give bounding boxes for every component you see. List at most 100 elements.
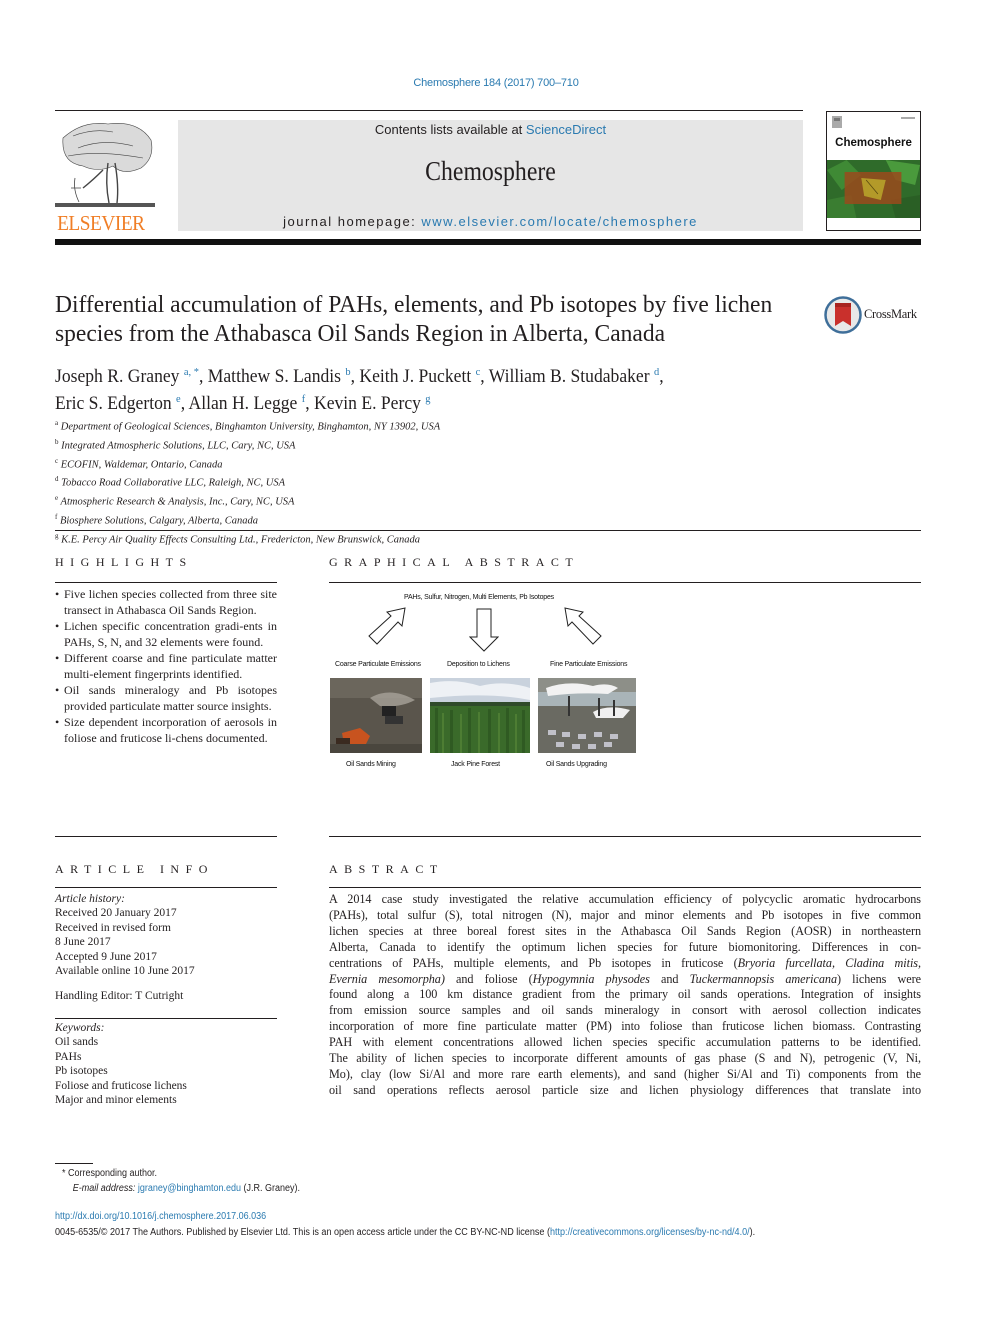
abstract-text: Mo), clay (low Si/Al and more rare earth… — [329, 1066, 921, 1081]
abstract-text: and — [649, 971, 690, 986]
article-history: Article history: Received 20 January 201… — [55, 892, 277, 1004]
license-link[interactable]: http://creativecommons.org/licenses/by-n… — [550, 1227, 750, 1238]
ga-label-coarse: Coarse Particulate Emissions — [335, 661, 421, 668]
affiliation-text: Atmospheric Research & Analysis, Inc., C… — [58, 496, 295, 508]
elsevier-logo[interactable]: ELSEVIER — [53, 118, 157, 235]
email-label: E-mail address: — [72, 1183, 138, 1194]
journal-homepage-link[interactable]: www.elsevier.com/locate/chemosphere — [421, 214, 698, 229]
abstract-line: Evernia mesomorpha) and foliose (Hypogym… — [329, 972, 921, 988]
author-separator: , — [198, 367, 208, 388]
author-affiliation-marker[interactable]: g — [425, 393, 430, 405]
affiliation-text: Biosphere Solutions, Calgary, Alberta, C… — [57, 515, 259, 527]
author-list: Joseph R. Graney a, *, Matthew S. Landis… — [55, 361, 777, 415]
affiliation-item: d Tobacco Road Collaborative LLC, Raleig… — [55, 472, 755, 491]
author-name[interactable]: Joseph R. Graney — [55, 367, 184, 387]
abstract-text: (PAHs), total sulfur (S), total nitrogen… — [329, 907, 921, 922]
footnote: * Corresponding author. E-mail address: … — [62, 1166, 300, 1196]
journal-name: Chemosphere — [425, 156, 556, 186]
affiliations-rule — [55, 530, 921, 531]
abstract-text: The ability of lichen species to incorpo… — [329, 1051, 921, 1066]
corresponding-author-note: * Corresponding author. — [62, 1168, 158, 1179]
abstract-text: oil sand operations reflects aerosol par… — [329, 1082, 921, 1097]
article-info-heading: ARTICLE INFO — [55, 862, 214, 876]
highlights-rule — [55, 582, 277, 583]
species-name: Tuckermannopsis americana — [689, 971, 838, 986]
author-name[interactable]: Matthew S. Landis — [208, 367, 346, 387]
affiliation-item: f Biosphere Solutions, Calgary, Alberta,… — [55, 510, 755, 529]
article-info-rule — [55, 887, 277, 888]
contents-prefix: Contents lists available at — [374, 122, 526, 137]
keywords-block: Keywords: Oil sands PAHs Pb isotopes Fol… — [55, 1021, 277, 1107]
affiliation-item: e Atmospheric Research & Analysis, Inc.,… — [55, 491, 755, 510]
highlights-list: Five lichen species collected from three… — [55, 586, 277, 746]
keyword-item: PAHs — [55, 1050, 82, 1063]
keywords-rule — [55, 1018, 277, 1019]
highlights-bottom-rule — [55, 836, 277, 837]
affiliation-item: g K.E. Percy Air Quality Effects Consult… — [55, 529, 755, 548]
highlight-item: Lichen specific concentration gradi-ents… — [55, 618, 277, 650]
up-right-arrow-icon — [368, 607, 406, 645]
email-suffix: (J.R. Graney). — [241, 1183, 301, 1194]
abstract-rule — [329, 887, 921, 888]
sciencedirect-link[interactable]: ScienceDirect — [526, 122, 606, 137]
highlight-item: Five lichen species collected from three… — [55, 586, 277, 618]
abstract-line: (PAHs), total sulfur (S), total nitrogen… — [329, 908, 921, 924]
affiliation-text: Tobacco Road Collaborative LLC, Raleigh,… — [58, 477, 286, 489]
homepage-prefix: journal homepage: — [283, 214, 422, 229]
history-line: Accepted 9 June 2017 — [55, 950, 157, 963]
cover-issue-marker — [901, 117, 915, 119]
abstract-text: found along a 100 km distance gradient f… — [329, 987, 921, 1002]
abstract-text: Alberta, Canada to identify the optimum … — [329, 939, 921, 954]
contents-line: Contents lists available at ScienceDirec… — [178, 122, 803, 137]
crossmark-button[interactable]: CrossMark — [824, 295, 924, 335]
down-arrow-icon — [469, 608, 499, 652]
crossmark-label: CrossMark — [864, 307, 917, 321]
abstract-text: A 2014 case study investigated the relat… — [329, 892, 921, 906]
abstract-line: found along a 100 km distance gradient f… — [329, 987, 921, 1003]
journal-cover-thumbnail[interactable]: Chemosphere — [826, 111, 921, 231]
abstract-line: Mo), clay (low Si/Al and more rare earth… — [329, 1067, 921, 1083]
ga-photo-label-forest: Jack Pine Forest — [451, 761, 500, 768]
graphical-abstract-rule — [329, 582, 921, 583]
abstract-line: incorporation of more fine particulate m… — [329, 1019, 921, 1035]
species-name: Hypogymnia physodes — [532, 971, 650, 986]
author-email-link[interactable]: jgraney@binghamton.edu — [138, 1183, 241, 1194]
keyword-item: Oil sands — [55, 1036, 99, 1049]
affiliation-item: c ECOFIN, Waldemar, Ontario, Canada — [55, 454, 755, 473]
up-left-arrow-icon — [564, 607, 602, 645]
history-line: 8 June 2017 — [55, 936, 111, 949]
affiliation-text: K.E. Percy Air Quality Effects Consultin… — [58, 534, 421, 546]
abstract-text: incorporation of more fine particulate m… — [329, 1019, 921, 1034]
species-name: Bryoria furcellata, Cladina mitis, — [737, 955, 921, 970]
ga-top-label: PAHs, Sulfur, Nitrogen, Multi Elements, … — [404, 594, 554, 601]
author-name[interactable]: Kevin E. Percy — [314, 394, 425, 414]
abstract-line: lichen species at three boreal forest si… — [329, 924, 921, 940]
author-separator: , — [480, 367, 489, 388]
journal-header-banner: Contents lists available at ScienceDirec… — [178, 120, 803, 231]
highlight-item: Oil sands mineralogy and Pb isotopes pro… — [55, 682, 277, 714]
footnote-rule — [55, 1163, 93, 1164]
author-name[interactable]: Allan H. Legge — [189, 394, 302, 414]
affiliation-list: a Department of Geological Sciences, Bin… — [55, 416, 755, 548]
history-line: Available online 10 June 2017 — [55, 965, 195, 978]
cover-leaf-image — [827, 160, 920, 218]
abstract-text: and foliose ( — [444, 971, 533, 986]
abstract-text: centrations of PAHs, multiple elements, … — [329, 955, 738, 970]
doi-link[interactable]: http://dx.doi.org/10.1016/j.chemosphere.… — [55, 1211, 266, 1222]
abstract-line: from emission source samples and oil san… — [329, 1003, 921, 1019]
ga-label-fine: Fine Particulate Emissions — [550, 661, 628, 668]
jack-pine-forest-photo — [430, 678, 530, 753]
graphical-abstract-figure[interactable]: PAHs, Sulfur, Nitrogen, Multi Elements, … — [329, 590, 639, 775]
abstract-text: ) lichens were — [837, 971, 921, 986]
elsevier-tree-icon — [53, 118, 157, 210]
author-affiliation-marker[interactable]: a, * — [184, 366, 199, 378]
license-line: 0045-6535/© 2017 The Authors. Published … — [55, 1227, 924, 1238]
journal-reference-link[interactable]: Chemosphere 184 (2017) 700–710 — [0, 77, 992, 89]
author-name[interactable]: William B. Studabaker — [489, 367, 654, 387]
author-name[interactable]: Eric S. Edgerton — [55, 394, 176, 414]
history-line: Received 20 January 2017 — [55, 907, 177, 920]
author-name[interactable]: Keith J. Puckett — [359, 367, 475, 387]
homepage-line: journal homepage: www.elsevier.com/locat… — [178, 214, 803, 229]
abstract-line: centrations of PAHs, multiple elements, … — [329, 956, 921, 972]
keywords-label: Keywords: — [55, 1022, 105, 1034]
